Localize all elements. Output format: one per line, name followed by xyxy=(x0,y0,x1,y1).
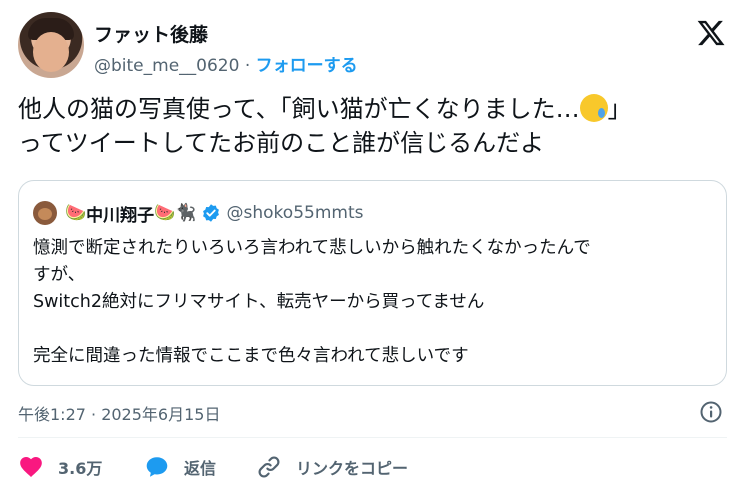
quoted-name-suffix-emoji: 🍉🐈‍⬛ xyxy=(154,203,197,223)
quoted-author-name: 中川翔子 xyxy=(86,205,155,226)
info-icon[interactable] xyxy=(699,400,723,424)
tweet-actions: 3.6万 返信 リンクをコピー xyxy=(18,452,727,482)
follow-button[interactable]: フォローする xyxy=(256,56,358,76)
verified-badge-icon xyxy=(202,204,219,222)
author-handle[interactable]: @bite_me__0620 xyxy=(94,56,239,76)
tweet-text-line1: 他人の猫の写真使って、「飼い猫が亡くなりました… xyxy=(18,95,580,123)
quoted-name-prefix-emoji: 🍉 xyxy=(65,203,87,223)
divider xyxy=(18,437,727,438)
handle-separator: · xyxy=(244,56,251,76)
link-icon xyxy=(258,456,280,478)
quoted-author-avatar xyxy=(33,201,57,225)
tweet-text: 他人の猫の写真使って、「飼い猫が亡くなりました… 」 ってツイートしてたお前のこと… xyxy=(18,92,730,160)
tweet-header: ファット後藤 @bite_me__0620 · フォローする xyxy=(18,12,730,80)
tweet-text-line1-end: 」 xyxy=(607,95,632,123)
author-name[interactable]: ファット後藤 xyxy=(94,20,208,47)
copy-link-button[interactable]: リンクをコピー xyxy=(256,452,408,482)
reply-button[interactable]: 返信 xyxy=(144,452,216,482)
author-handle-line: @bite_me__0620 · フォローする xyxy=(94,51,358,76)
quoted-tweet-body: 憶測で断定されたりいろいろ言われて悲しいから触れたくなかったんで すが、 Swi… xyxy=(33,238,591,366)
quoted-tweet[interactable]: 🍉 中川翔子 🍉🐈‍⬛ @shoko55mmts 憶測で断定されたりいろいろ言わ… xyxy=(18,180,727,386)
tweet-timestamp[interactable]: 午後1:27 · 2025年6月15日 xyxy=(18,401,220,425)
quoted-tweet-header: 🍉 中川翔子 🍉🐈‍⬛ @shoko55mmts xyxy=(33,201,364,226)
like-button[interactable]: 3.6万 xyxy=(18,452,102,482)
copy-link-label: リンクをコピー xyxy=(296,459,409,478)
x-logo-icon[interactable] xyxy=(696,18,726,48)
author-avatar[interactable] xyxy=(18,12,84,78)
heart-icon xyxy=(20,457,42,477)
quoted-author-handle: @shoko55mmts xyxy=(226,203,364,223)
tweet-text-line2: ってツイートしてたお前のこと誰が信じるんだよ xyxy=(18,129,545,157)
like-count: 3.6万 xyxy=(58,459,103,478)
speech-bubble-icon xyxy=(146,457,168,477)
smiling-face-with-tear-icon xyxy=(579,94,608,122)
reply-label: 返信 xyxy=(184,459,217,478)
